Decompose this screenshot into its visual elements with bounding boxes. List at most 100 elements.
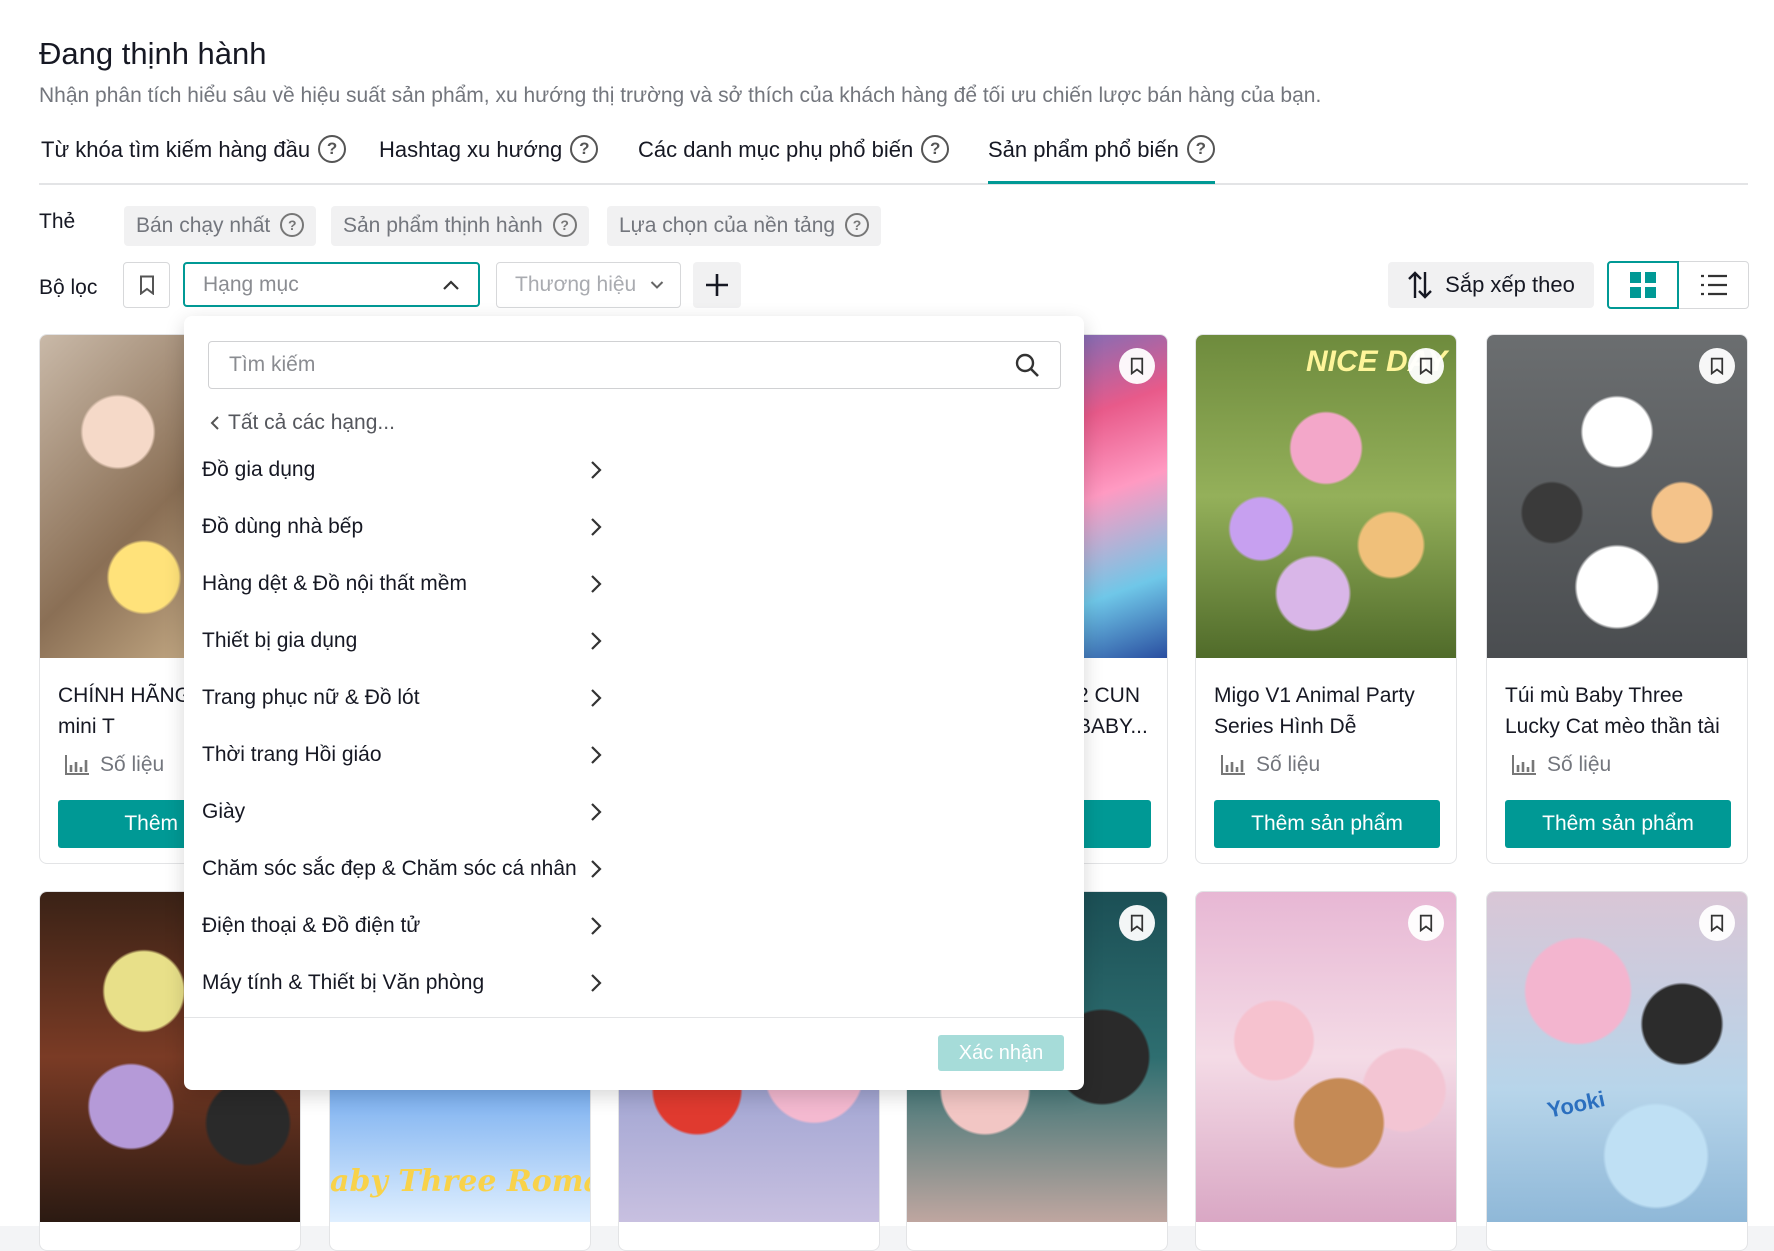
category-placeholder: Hạng mục <box>203 272 299 296</box>
product-image <box>1487 335 1747 658</box>
help-icon[interactable]: ? <box>318 135 347 163</box>
add-product-button[interactable]: Thêm sản phẩm <box>1214 800 1440 848</box>
category-item-computers-office[interactable]: Máy tính & Thiết bị Văn phòng <box>202 954 602 1011</box>
category-item-kitchenware[interactable]: Đồ dùng nhà bếp <box>202 498 602 555</box>
chevron-right-icon <box>591 517 602 536</box>
product-name[interactable]: Migo V1 Animal Party Series Hình Dễ Thươ… <box>1214 680 1440 742</box>
category-item-household[interactable]: Đồ gia dụng <box>202 441 602 498</box>
product-metrics[interactable]: Số liệu <box>64 753 164 777</box>
tab-popular-subcategories[interactable]: Các danh mục phụ phổ biến ? <box>638 135 950 181</box>
sort-label: Sắp xếp theo <box>1445 272 1575 297</box>
category-dropdown: Tìm kiếm Tất cả các hạng... Đồ gia dụng … <box>184 316 1084 1090</box>
product-card[interactable]: Yooki <box>1486 891 1748 1251</box>
bookmark-button[interactable] <box>1119 348 1155 384</box>
category-item-phones-electronics[interactable]: Điện thoại & Đồ điện tử <box>202 897 602 954</box>
category-label: Đồ dùng nhà bếp <box>202 514 364 538</box>
help-icon[interactable]: ? <box>570 135 599 163</box>
category-label: Thời trang Hồi giáo <box>202 742 382 766</box>
tab-popular-products[interactable]: Sản phẩm phổ biến ? <box>988 135 1215 184</box>
product-card[interactable]: Túi mù Baby Three Lucky Cat mèo thần tài… <box>1486 334 1748 864</box>
help-icon[interactable]: ? <box>552 213 577 237</box>
list-icon <box>1701 274 1727 295</box>
grid-icon <box>1630 272 1656 298</box>
category-item-muslim-fashion[interactable]: Thời trang Hồi giáo <box>202 726 602 783</box>
sort-arrows-icon <box>1408 271 1433 299</box>
page-title: Đang thịnh hành <box>39 36 267 71</box>
tag-chip-best-selling[interactable]: Bán chạy nhất ? <box>124 206 317 246</box>
metric-label: Số liệu <box>1547 753 1612 776</box>
chevron-up-icon <box>443 279 459 290</box>
bookmark-icon <box>1419 357 1433 375</box>
filter-label: Bộ lọc <box>39 276 98 299</box>
category-item-textiles[interactable]: Hàng dệt & Đồ nội thất mềm <box>202 555 602 612</box>
chevron-right-icon <box>591 973 602 992</box>
help-icon[interactable]: ? <box>1186 135 1215 163</box>
saved-filters-button[interactable] <box>123 262 170 308</box>
back-label: Tất cả các hạng... <box>228 411 395 434</box>
category-select[interactable]: Hạng mục <box>183 262 480 307</box>
add-product-button[interactable]: Thêm sản phẩm <box>1505 800 1731 848</box>
bookmark-icon <box>1419 914 1433 932</box>
bookmark-icon <box>1130 914 1144 932</box>
bookmark-button[interactable] <box>1699 348 1735 384</box>
bar-chart-icon <box>65 755 89 775</box>
bookmark-button[interactable] <box>1699 905 1735 941</box>
category-list: Đồ gia dụng Đồ dùng nhà bếp Hàng dệt & Đ… <box>202 441 602 1011</box>
help-icon[interactable]: ? <box>921 135 950 163</box>
add-filter-button[interactable] <box>693 262 741 308</box>
bar-chart-icon <box>1512 755 1536 775</box>
chip-label: Sản phẩm thịnh hành <box>343 214 543 237</box>
tag-chip-trending-products[interactable]: Sản phẩm thịnh hành ? <box>331 206 589 246</box>
tab-label: Từ khóa tìm kiếm hàng đầu <box>41 137 311 162</box>
metric-label: Số liệu <box>1256 753 1321 776</box>
tag-chip-platform-picks[interactable]: Lựa chọn của nền tảng ? <box>607 206 882 246</box>
chevron-right-icon <box>591 745 602 764</box>
category-label: Đồ gia dụng <box>202 457 316 481</box>
category-label: Hàng dệt & Đồ nội thất mềm <box>202 571 467 595</box>
image-caption: Yooki <box>1544 1086 1608 1123</box>
chevron-left-icon <box>210 416 219 430</box>
category-item-beauty[interactable]: Chăm sóc sắc đẹp & Chăm sóc cá nhân <box>202 840 602 897</box>
bookmark-button[interactable] <box>1119 905 1155 941</box>
product-metrics[interactable]: Số liệu <box>1220 753 1320 777</box>
help-icon[interactable]: ? <box>845 213 870 237</box>
bookmark-button[interactable] <box>1408 905 1444 941</box>
sort-button[interactable]: Sắp xếp theo <box>1388 262 1594 308</box>
category-item-shoes[interactable]: Giày <box>202 783 602 840</box>
tab-trending-hashtags[interactable]: Hashtag xu hướng ? <box>379 135 599 181</box>
brand-select[interactable]: Thương hiệu <box>496 262 681 308</box>
brand-placeholder: Thương hiệu <box>515 273 637 296</box>
product-image <box>1196 892 1456 1222</box>
category-label: Điện thoại & Đồ điện tử <box>202 913 421 937</box>
tab-top-search-keywords[interactable]: Từ khóa tìm kiếm hàng đầu ? <box>41 135 347 181</box>
search-icon[interactable] <box>1014 352 1040 378</box>
bookmark-button[interactable] <box>1408 348 1444 384</box>
category-item-womens-wear[interactable]: Trang phục nữ & Đồ lót <box>202 669 602 726</box>
category-label: Trang phục nữ & Đồ lót <box>202 685 420 709</box>
product-name[interactable]: Túi mù Baby Three Lucky Cat mèo thần tài… <box>1505 680 1731 742</box>
page-subtitle: Nhận phân tích hiểu sâu về hiệu suất sản… <box>39 84 1322 107</box>
grid-view-button[interactable] <box>1607 261 1679 309</box>
product-card[interactable] <box>1195 891 1457 1251</box>
product-image: NICE DAY <box>1196 335 1456 658</box>
trending-panel: Đang thịnh hành Nhận phân tích hiểu sâu … <box>0 0 1774 1251</box>
back-to-all-categories[interactable]: Tất cả các hạng... <box>210 411 395 435</box>
chevron-right-icon <box>591 574 602 593</box>
bookmark-icon <box>139 275 154 295</box>
chevron-down-icon <box>650 281 664 289</box>
product-card[interactable]: NICE DAY Migo V1 Animal Party Series Hìn… <box>1195 334 1457 864</box>
product-metrics[interactable]: Số liệu <box>1511 753 1611 777</box>
plus-icon <box>706 274 728 296</box>
category-label: Máy tính & Thiết bị Văn phòng <box>202 970 485 994</box>
list-view-button[interactable] <box>1680 262 1748 307</box>
chevron-right-icon <box>591 688 602 707</box>
category-item-appliances[interactable]: Thiết bị gia dụng <box>202 612 602 669</box>
metric-label: Số liệu <box>100 753 165 776</box>
bookmark-icon <box>1710 357 1724 375</box>
confirm-button[interactable]: Xác nhận <box>938 1035 1064 1071</box>
product-name[interactable]: 2 CUN BABY... <box>1077 680 1157 742</box>
help-icon[interactable]: ? <box>280 213 305 237</box>
chip-label: Lựa chọn của nền tảng <box>619 214 836 237</box>
chevron-right-icon <box>591 916 602 935</box>
category-search-input[interactable]: Tìm kiếm <box>208 341 1061 389</box>
